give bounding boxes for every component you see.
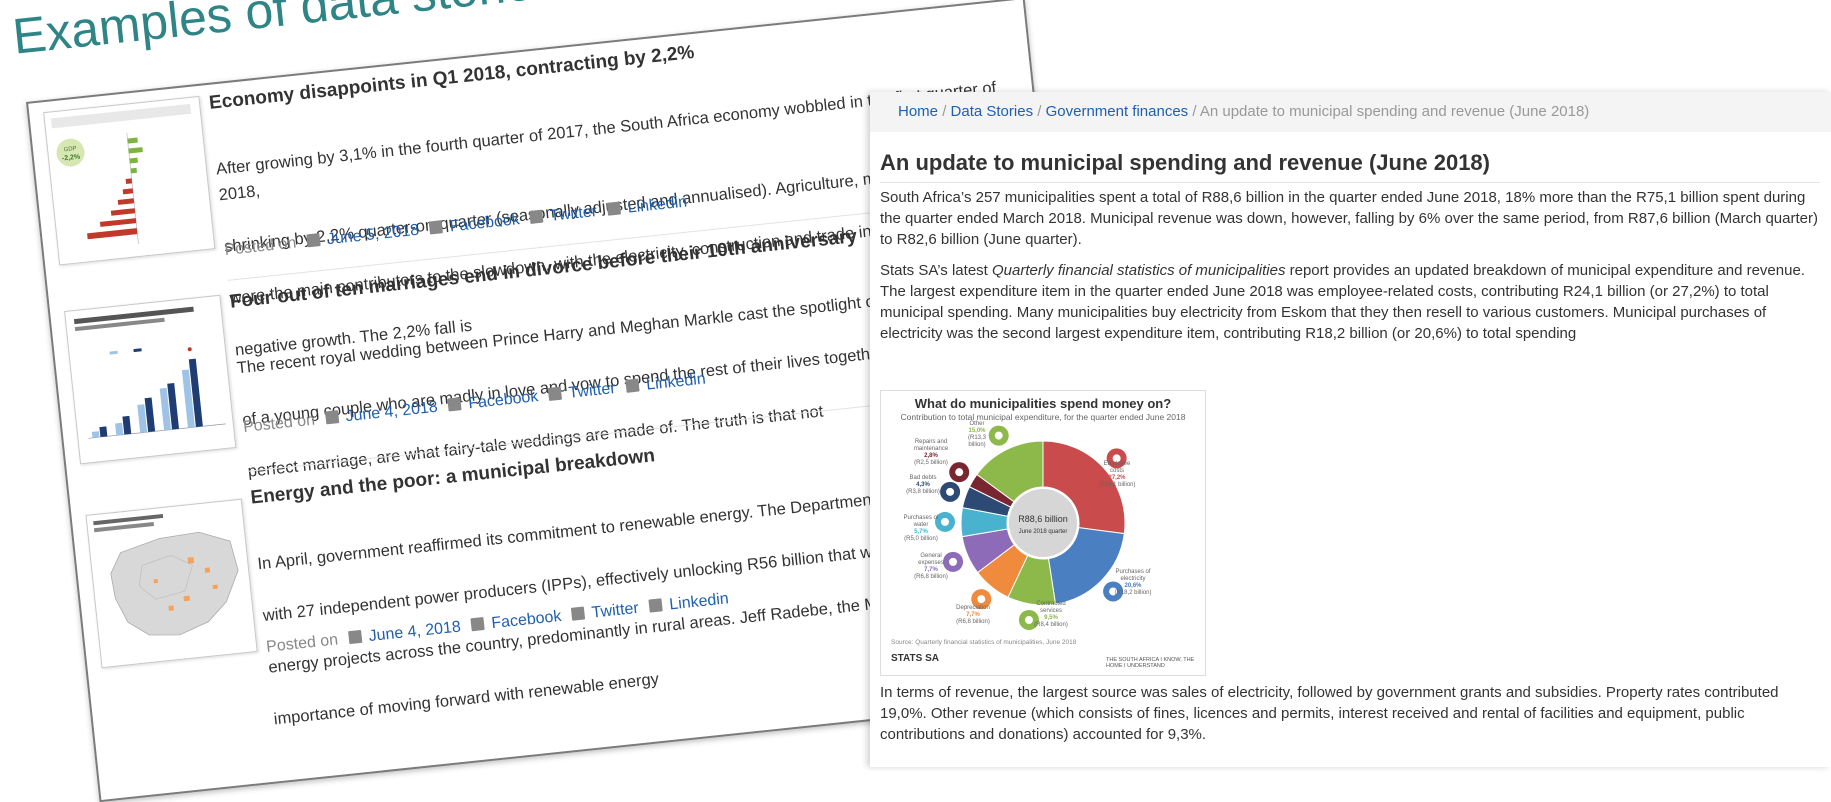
slice-category-icon-glyph (955, 468, 964, 477)
breadcrumb-data-stories-link[interactable]: Data Stories (951, 103, 1034, 120)
slice-label: Other 15,0% (R13,3 billion) (967, 421, 986, 448)
slice-label: Purchases of electricity 20,6% (R18,2 bi… (1114, 569, 1152, 596)
story-thumbnail[interactable]: GDP -2,2% (43, 95, 216, 266)
slice-label: Depreciation 7,7% (R6,8 billion) (956, 605, 990, 625)
slice-category-icon-glyph (977, 595, 986, 604)
slice-category-icon-glyph (941, 517, 950, 526)
spending-infographic[interactable]: What do municipalities spend money on? C… (880, 390, 1206, 676)
south-africa-map-thumbnail (93, 513, 239, 636)
twitter-share-link[interactable]: Twitter (568, 380, 617, 402)
linkedin-icon[interactable] (625, 378, 640, 393)
divorce-bar-chart-thumbnail (73, 306, 226, 439)
calendar-icon (305, 233, 321, 248)
infographic-source: Source: Quarterly financial statistics o… (891, 639, 1077, 646)
donut-center-period: June 2018 quarter (1019, 529, 1068, 535)
twitter-share-link[interactable]: Twitter (591, 600, 640, 622)
calendar-icon (324, 410, 339, 425)
article-paragraph: South Africa’s 257 municipalities spent … (880, 189, 1818, 248)
slice-label: Repairs and maintenance 2,8% (R2,5 billi… (913, 439, 949, 466)
breadcrumb-home-link[interactable]: Home (898, 103, 938, 120)
breadcrumb-separator: / (1192, 103, 1197, 120)
gdp-bar-chart-thumbnail: GDP -2,2% (50, 103, 192, 245)
story-thumbnail[interactable] (85, 498, 258, 669)
calendar-icon (347, 629, 362, 645)
twitter-icon[interactable] (529, 209, 544, 224)
donut-center-total: R88,6 billion (1018, 514, 1068, 524)
breadcrumb-current: An update to municipal spending and reve… (1199, 103, 1590, 120)
breadcrumb-government-finances-link[interactable]: Government finances (1046, 103, 1189, 120)
linkedin-icon[interactable] (606, 201, 621, 216)
breadcrumb-separator: / (942, 103, 947, 120)
article-title: An update to municipal spending and reve… (880, 150, 1490, 175)
story-thumbnail[interactable] (64, 294, 237, 465)
report-title: Quarterly financial statistics of munici… (992, 262, 1286, 279)
breadcrumb: Home / Data Stories / Government finance… (870, 92, 1831, 132)
article-page-screenshot: Home / Data Stories / Government finance… (870, 92, 1831, 767)
breadcrumb-separator: / (1037, 103, 1042, 120)
stats-sa-tagline: THE SOUTH AFRICA I KNOW, THE HOME I UNDE… (1106, 657, 1195, 669)
slice-label: General expenses 7,7% (R6,8 billion) (914, 553, 948, 580)
twitter-share-link[interactable]: Twitter (549, 203, 598, 225)
facebook-icon[interactable] (447, 397, 462, 412)
article-paragraph: In terms of revenue, the largest source … (880, 684, 1779, 743)
slice-label: Employee costs 27,2% (R24,1 billion) (1098, 461, 1136, 488)
slice-label: Purchases of water 5,7% (R5,0 billion) (903, 515, 939, 542)
facebook-icon[interactable] (428, 220, 443, 235)
article-paragraph: Stats SA’s latest Quarterly financial st… (880, 262, 1805, 342)
twitter-icon[interactable] (547, 386, 563, 401)
title-divider (880, 182, 1820, 183)
stats-sa-logo: STATS SA (891, 653, 939, 664)
slice-category-icon-glyph (994, 431, 1003, 440)
twitter-icon[interactable] (570, 606, 586, 621)
facebook-icon[interactable] (470, 617, 485, 632)
slice-category-icon-glyph (946, 487, 955, 496)
slice-label: Bad debts 4,3% (R3,8 billion) (906, 475, 940, 495)
slice-label: Contracted services 9,5% (R8,4 billion) (1034, 601, 1068, 628)
linkedin-icon[interactable] (648, 598, 663, 613)
